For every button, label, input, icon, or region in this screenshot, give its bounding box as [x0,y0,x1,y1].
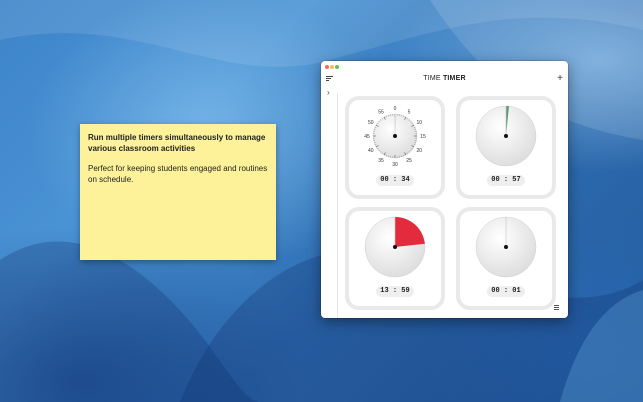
timer-display-1: 00 : 34 [376,175,414,186]
remaining-time-sector [395,217,425,247]
minimize-window-button[interactable] [330,65,334,69]
timer-dial-2 [475,105,537,167]
timer-dial-4 [475,216,537,278]
dial-number-50: 50 [368,120,374,126]
list-icon[interactable] [554,305,559,310]
timer-display-2: 00 : 57 [487,175,525,186]
dial-center-knob [504,245,508,249]
timer-card-3[interactable]: 13 : 59 [345,207,445,310]
zoom-window-button[interactable] [335,65,339,69]
dial-center-knob [393,134,397,138]
title-bold: TIMER [442,75,466,82]
dial-number-5: 5 [408,110,411,116]
timer-display-4: 00 : 01 [487,286,525,297]
timer-card-1[interactable]: 0 5 10 15 20 25 30 35 40 45 50 55 00 : 34 [345,96,445,199]
dial-number-40: 40 [368,148,374,154]
note-body: Perfect for keeping students engaged and… [88,164,268,184]
timer-card-2[interactable]: 00 : 57 [456,96,556,199]
dial-number-45: 45 [364,134,370,140]
dial-number-10: 10 [416,120,422,126]
dial-number-25: 25 [406,158,412,164]
timer-card-4[interactable]: 00 : 01 [456,207,556,310]
timer-dial-1: 0 5 10 15 20 25 30 35 40 45 50 55 [364,106,426,168]
sidebar-divider [337,93,338,318]
window-title: TIME TIMER [321,75,568,82]
dial-number-20: 20 [416,148,422,154]
title-regular: TIME [423,75,443,82]
dial-center-knob [393,245,397,249]
dial-number-35: 35 [378,158,384,164]
timer-dial-3 [364,216,426,278]
dial-number-55: 55 [378,110,384,116]
dial-center-knob [504,134,508,138]
plus-icon[interactable]: + [557,73,563,84]
timer-display-3: 13 : 59 [376,286,414,297]
chevron-right-icon[interactable]: › [327,88,330,97]
window-titlebar[interactable]: TIME TIMER + [321,61,568,91]
dial-number-15: 15 [420,134,426,140]
sticky-note[interactable]: Run multiple timers simultaneously to ma… [80,124,276,260]
note-headline: Run multiple timers simultaneously to ma… [88,133,266,153]
dial-number-30: 30 [392,162,398,168]
close-window-button[interactable] [325,65,329,69]
time-timer-window[interactable]: TIME TIMER + › 0 5 10 15 20 25 30 35 40 45 50 55 00… [321,61,568,318]
dial-number-0: 0 [394,106,397,112]
